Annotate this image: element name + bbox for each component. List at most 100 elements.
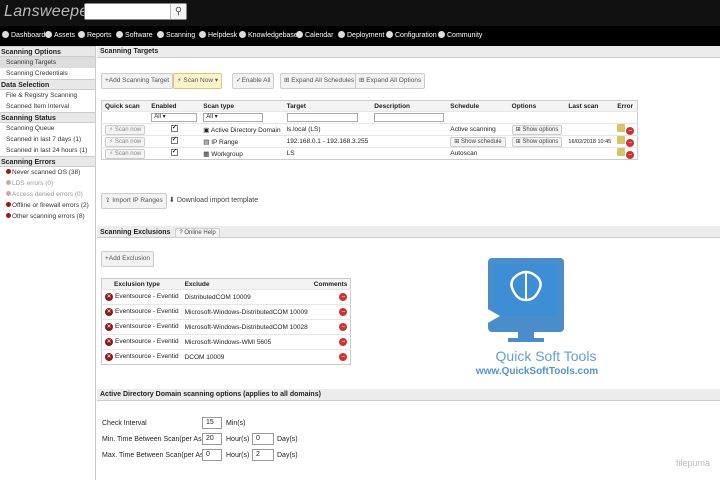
watermark-brain-monitor-icon: [486, 258, 564, 342]
delete-icon[interactable]: –: [339, 308, 348, 316]
max-between-hours-input[interactable]: 0: [202, 449, 222, 461]
nav-reports[interactable]: Reports: [78, 31, 112, 39]
delete-icon[interactable]: –: [626, 127, 635, 135]
quick-scan-button[interactable]: ⚡ Scan now: [105, 148, 146, 159]
download-icon: ⬇: [169, 197, 175, 204]
nav-calendar[interactable]: Calendar: [296, 31, 333, 39]
delete-icon[interactable]: –: [626, 151, 635, 159]
max-between-days-input[interactable]: 2: [252, 449, 274, 461]
show-schedule-button[interactable]: ⊞ Show schedule: [450, 136, 506, 147]
column-header[interactable]: Exclusion type: [101, 278, 182, 290]
show-options-button[interactable]: ⊞ Show options: [511, 124, 563, 135]
table-row[interactable]: ✕ Eventsource - Eventid DCOM 10009 –: [101, 349, 351, 365]
delete-icon[interactable]: –: [339, 353, 348, 361]
configuration-icon: [386, 31, 393, 38]
min-between-hours-input[interactable]: 20: [202, 433, 222, 445]
add-exclusion-button[interactable]: +Add Exclusion: [101, 251, 154, 267]
column-header[interactable]: Description: [371, 100, 448, 112]
table-row[interactable]: ✕ Eventsource - Eventid DistributedCOM 10…: [101, 289, 351, 305]
table-row[interactable]: ⚡ Scan now ▤ IP Range 192.168.0.1 - 192.…: [101, 135, 638, 148]
sidebar-item-lds-errors[interactable]: LDS errors (0): [0, 178, 95, 189]
nav-software[interactable]: Software: [116, 31, 153, 39]
sidebar-item-scanned-24-hours[interactable]: Scanned in last 24 hours (1): [0, 145, 95, 156]
target-cell: LS: [283, 147, 372, 160]
edit-icon[interactable]: [617, 148, 626, 156]
nav-configuration[interactable]: Configuration: [386, 31, 437, 39]
search-icon[interactable]: ⚲: [170, 4, 186, 19]
exclusion-icon: ✕: [105, 338, 113, 346]
error-icon: [6, 202, 11, 207]
show-options-button[interactable]: ⊞ Show options: [511, 136, 563, 147]
column-header[interactable]: Exclude: [181, 278, 311, 290]
column-header[interactable]: Comments: [310, 278, 351, 290]
sidebar-item-scanned-item-interval[interactable]: Scanned Item Interval: [0, 101, 95, 112]
delete-icon[interactable]: –: [626, 139, 635, 147]
search-input[interactable]: ⚲: [84, 3, 187, 20]
quick-scan-button[interactable]: ⚡ Scan now: [105, 136, 146, 147]
exclude-cell: DCOM 10009: [181, 349, 311, 365]
delete-icon[interactable]: –: [339, 323, 348, 331]
edit-icon[interactable]: [617, 124, 626, 132]
delete-icon[interactable]: –: [339, 293, 348, 301]
download-import-template-link[interactable]: ⬇ Download import template: [169, 196, 258, 204]
expand-all-options-button[interactable]: ⊞ Expand All Options: [355, 73, 426, 89]
enabled-checkbox[interactable]: [170, 137, 178, 144]
expand-all-schedules-button[interactable]: ⊞ Expand All Schedules: [280, 73, 359, 89]
column-header[interactable]: Scan type: [200, 100, 284, 112]
sidebar-item-access-denied[interactable]: Access denied errors (0): [0, 189, 95, 200]
sidebar-item-file-registry[interactable]: File & Registry Scanning: [0, 90, 95, 101]
table-row[interactable]: ✕ Eventsource - Eventid Microsoft-Windows…: [101, 319, 351, 335]
column-header[interactable]: Schedule: [447, 100, 509, 112]
nav-scanning[interactable]: Scanning: [157, 31, 195, 39]
sidebar-item-scanning-queue[interactable]: Scanning Queue: [0, 123, 95, 134]
delete-icon[interactable]: –: [339, 338, 348, 346]
description-cell: [371, 147, 448, 160]
sidebar-item-scanning-credentials[interactable]: Scanning Credentials: [0, 68, 95, 79]
enable-all-button[interactable]: ✓Enable All: [232, 73, 275, 89]
target-filter-input[interactable]: [286, 113, 358, 122]
exclude-cell: Microsoft-Windows-DistributedCOM 10028: [181, 319, 311, 335]
nav-helpdesk[interactable]: Helpdesk: [199, 31, 237, 39]
nav-knowledgebase[interactable]: Knowledgebase: [239, 31, 298, 39]
quick-scan-button[interactable]: ⚡ Scan now: [105, 124, 146, 135]
app-logo[interactable]: Lansweeper: [4, 3, 94, 21]
nav-community[interactable]: Community: [438, 31, 482, 39]
reports-icon: [78, 31, 85, 38]
min-between-days-input[interactable]: 0: [252, 433, 274, 445]
table-row[interactable]: ✕ Eventsource - Eventid Microsoft-Windows…: [101, 304, 351, 320]
sidebar-item-scanning-targets[interactable]: Scanning Targets: [0, 57, 95, 68]
community-icon: [438, 31, 445, 38]
table-row[interactable]: ⚡ Scan now ▦ Workgroup LS Autoscan –: [101, 147, 638, 160]
error-icon: [6, 180, 11, 185]
column-header[interactable]: Target: [283, 100, 372, 112]
description-filter-input[interactable]: [374, 113, 445, 122]
nav-assets[interactable]: Assets: [45, 31, 75, 39]
scan-type-filter-select[interactable]: All ▾: [203, 113, 264, 122]
sidebar-item-scanned-7-days[interactable]: Scanned in last 7 days (1): [0, 134, 95, 145]
import-ip-ranges-button[interactable]: ⇪ Import IP Ranges: [101, 193, 167, 209]
add-scanning-target-button[interactable]: +Add Scanning Target: [101, 73, 174, 89]
online-help-button[interactable]: ? Online Help: [175, 228, 220, 238]
table-row[interactable]: ✕ Eventsource - Eventid Microsoft-Windows…: [101, 334, 351, 350]
scan-now-button[interactable]: ⚡ Scan Now ▾: [173, 73, 223, 89]
sidebar-item-never-scanned[interactable]: Never scanned OS (38): [0, 167, 95, 178]
column-header[interactable]: Enabled: [148, 100, 201, 112]
column-header[interactable]: Quick scan: [101, 100, 149, 112]
sidebar-item-other-errors[interactable]: Other scanning errors (8): [0, 211, 95, 222]
edit-icon[interactable]: [617, 136, 626, 144]
corner-watermark: filepuma: [676, 458, 711, 468]
enabled-filter-select[interactable]: All ▾: [151, 113, 198, 122]
table-row[interactable]: ⚡ Scan now ▣ Active Directory Domain ls.…: [101, 123, 638, 136]
column-header[interactable]: Error: [614, 100, 638, 112]
sidebar-heading-data-selection: Data Selection: [0, 79, 95, 90]
main-content: Scanning Targets +Add Scanning Target ⚡ …: [97, 46, 720, 480]
column-header[interactable]: Last scan: [565, 100, 615, 112]
check-interval-input[interactable]: 15: [202, 417, 222, 429]
sidebar-heading-scanning-errors: Scanning Errors: [0, 156, 95, 167]
sidebar-item-offline-firewall[interactable]: Offline or firewall errors (2): [0, 200, 95, 211]
enabled-checkbox[interactable]: [170, 149, 178, 156]
nav-deployment[interactable]: Deployment: [338, 31, 384, 39]
nav-dashboard[interactable]: Dashboard: [2, 31, 45, 39]
column-header[interactable]: Options: [508, 100, 566, 112]
enabled-checkbox[interactable]: [170, 125, 178, 132]
